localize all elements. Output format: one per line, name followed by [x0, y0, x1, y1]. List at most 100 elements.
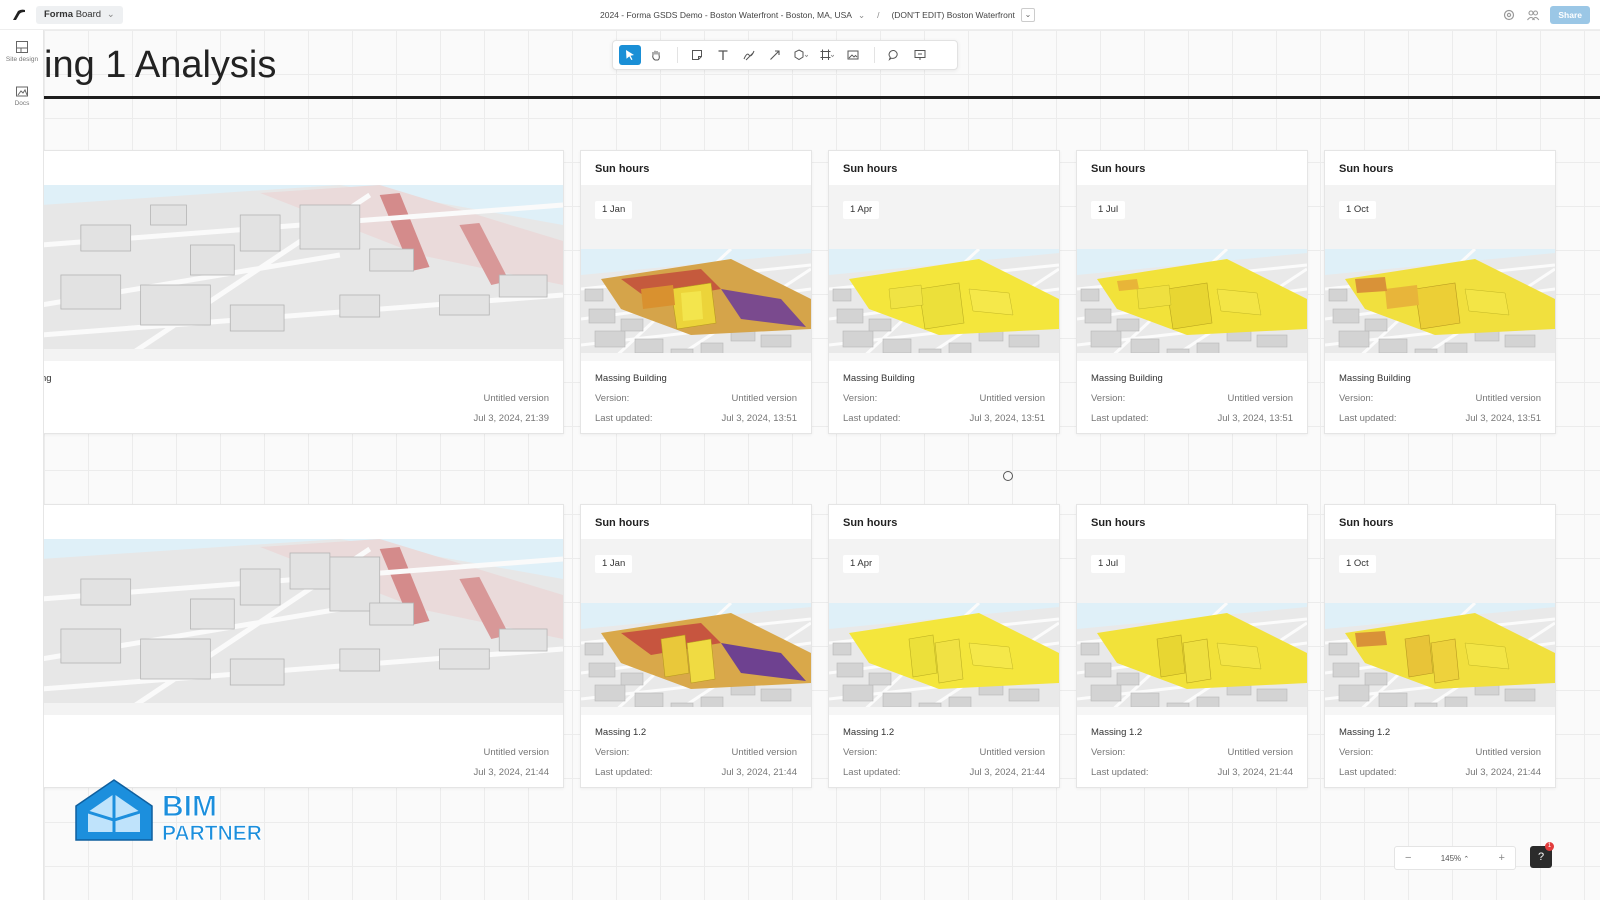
page-title: ing 1 Analysis — [44, 44, 277, 86]
card-date-area: 1 Jan — [581, 185, 811, 249]
image-icon — [847, 50, 859, 60]
date-chip[interactable]: 1 Jan — [595, 201, 633, 219]
date-chip[interactable]: 1 Jul — [1091, 555, 1126, 573]
version-value: Untitled version — [483, 747, 549, 758]
last-updated-row: Last updated: Jul 3, 2024, 21:44 — [1091, 767, 1293, 778]
zoom-control: − 145% ⌃ + — [1394, 846, 1516, 870]
last-updated-label: Last updated: — [843, 413, 901, 424]
date-chip[interactable]: 1 Oct — [1339, 555, 1376, 573]
shape-tool-button[interactable] — [790, 45, 812, 65]
text-icon — [718, 50, 728, 60]
text-tool-button[interactable] — [712, 45, 734, 65]
comment-tool-button[interactable] — [883, 45, 905, 65]
version-label: Version: — [1091, 393, 1126, 404]
zoom-level: 145% — [1440, 853, 1462, 863]
sticky-note-tool-button[interactable] — [686, 45, 708, 65]
sun-hours-card-jan[interactable]: Sun hours 1 Jan Massing 1.2 Version: Unt… — [580, 504, 812, 788]
version-row: Version: Untitled version — [1091, 393, 1293, 404]
date-chip[interactable]: 1 Oct — [1339, 201, 1376, 219]
last-updated-row: Last updated: Jul 3, 2024, 13:51 — [1091, 413, 1293, 424]
board-selector[interactable]: Forma Board ⌄ — [36, 6, 123, 24]
sun-hours-card-jul[interactable]: Sun hours 1 Jul Massing Building Version… — [1076, 150, 1308, 434]
settings-gear-icon[interactable] — [1502, 8, 1516, 22]
last-updated-row: Last updated: Jul 3, 2024, 13:51 — [843, 413, 1045, 424]
logo-text-bim: BIM — [162, 790, 217, 823]
model-card-massing-building[interactable]: ng Untitled version Jul 3, 2024, 21:39 — [40, 150, 564, 434]
pen-icon — [743, 50, 755, 61]
model-name: Massing Building — [595, 373, 667, 384]
sun-hours-card-oct[interactable]: Sun hours 1 Oct Massing Building Version… — [1324, 150, 1556, 434]
proposal-dropdown-chevron-icon[interactable]: ⌄ — [1020, 8, 1035, 22]
hand-icon — [652, 50, 660, 61]
share-button[interactable]: Share — [1550, 6, 1590, 24]
sun-hours-card-apr[interactable]: Sun hours 1 Apr Massing 1.2 Version: Unt… — [828, 504, 1060, 788]
top-bar: Forma Board ⌄ 2024 - Forma GSDS Demo - B… — [0, 0, 1600, 30]
arrow-tool-button[interactable] — [764, 45, 786, 65]
proposal-name[interactable]: (DON'T EDIT) Boston Waterfront — [891, 0, 1014, 30]
last-updated-value: Jul 3, 2024, 21:44 — [1217, 767, 1293, 778]
last-updated-value: Jul 3, 2024, 21:44 — [1465, 767, 1541, 778]
cursor-indicator — [1003, 471, 1013, 481]
model-card-massing-1-2[interactable]: Untitled version Jul 3, 2024, 21:44 — [40, 504, 564, 788]
version-value: Untitled version — [1227, 747, 1293, 758]
date-chip[interactable]: 1 Apr — [843, 201, 880, 219]
version-row: Version: Untitled version — [1339, 393, 1541, 404]
chevron-up-icon: ⌃ — [1463, 855, 1470, 863]
frame-tool-button[interactable] — [816, 45, 838, 65]
sun-hours-card-apr[interactable]: Sun hours 1 Apr Massing Building Version… — [828, 150, 1060, 434]
last-updated-value: Jul 3, 2024, 13:51 — [1217, 413, 1293, 424]
rail-item-site-design[interactable]: Site design — [0, 40, 44, 63]
frame-icon — [820, 49, 834, 60]
zoom-out-button[interactable]: − — [1405, 852, 1411, 864]
card-title: Sun hours — [1091, 517, 1146, 529]
version-row: Version: Untitled version — [595, 747, 797, 758]
collaborators-icon[interactable] — [1526, 8, 1540, 22]
sun-hours-card-jan[interactable]: Sun hours 1 Jan Massing Building Version… — [580, 150, 812, 434]
card-title: Sun hours — [843, 517, 898, 529]
last-updated-value: Jul 3, 2024, 13:51 — [721, 413, 797, 424]
version-label: Version: — [843, 393, 878, 404]
version-label: Version: — [1339, 747, 1374, 758]
last-updated-label: Last updated: — [1339, 413, 1397, 424]
date-chip[interactable]: 1 Apr — [843, 555, 880, 573]
model-name: Massing 1.2 — [1339, 727, 1391, 738]
title-divider — [44, 96, 1600, 99]
zoom-in-button[interactable]: + — [1499, 852, 1505, 864]
logo-text-partner: PARTNER — [162, 822, 262, 844]
select-tool-button[interactable] — [619, 45, 641, 65]
card-title: Sun hours — [595, 163, 650, 175]
rail-item-docs[interactable]: Docs — [0, 84, 44, 107]
version-label: Version: — [843, 747, 878, 758]
card-title: Sun hours — [1091, 163, 1146, 175]
pan-tool-button[interactable] — [645, 45, 667, 65]
card-date-area: 1 Oct — [1325, 539, 1555, 603]
sun-hours-analysis-view — [581, 249, 811, 361]
project-path[interactable]: 2024 - Forma GSDS Demo - Boston Waterfro… — [600, 0, 852, 30]
sun-hours-analysis-view — [1077, 603, 1307, 715]
version-value: Untitled version — [1475, 393, 1541, 404]
sun-hours-card-oct[interactable]: Sun hours 1 Oct Massing 1.2 Version: Unt… — [1324, 504, 1556, 788]
rail-item-label: Site design — [5, 56, 39, 63]
date-chip[interactable]: 1 Jul — [1091, 201, 1126, 219]
card-date-area: 1 Jan — [581, 539, 811, 603]
forma-logo-icon[interactable] — [12, 9, 26, 21]
sun-hours-analysis-view — [1325, 249, 1555, 361]
last-updated-label: Last updated: — [1091, 413, 1149, 424]
breadcrumb-separator: / — [877, 10, 880, 20]
sticky-note-icon — [692, 50, 702, 60]
last-updated-value: Jul 3, 2024, 21:44 — [721, 767, 797, 778]
zoom-level-dropdown[interactable]: 145% ⌃ — [1441, 854, 1470, 863]
last-updated-label: Last updated: — [1339, 767, 1397, 778]
pen-tool-button[interactable] — [738, 45, 760, 65]
last-updated-row: Last updated: Jul 3, 2024, 21:44 — [1339, 767, 1541, 778]
chevron-down-icon[interactable]: ⌄ — [858, 0, 865, 30]
sun-hours-card-jul[interactable]: Sun hours 1 Jul Massing 1.2 Version: Unt… — [1076, 504, 1308, 788]
present-tool-button[interactable] — [909, 45, 931, 65]
image-tool-button[interactable] — [842, 45, 864, 65]
date-chip[interactable]: 1 Jan — [595, 555, 633, 573]
question-mark-icon: ? — [1537, 851, 1545, 863]
version-label: Version: — [1339, 393, 1374, 404]
version-row: Version: Untitled version — [843, 393, 1045, 404]
chevron-down-icon: ⌄ — [106, 9, 115, 20]
last-updated-row: Jul 3, 2024, 21:44 — [55, 767, 549, 778]
